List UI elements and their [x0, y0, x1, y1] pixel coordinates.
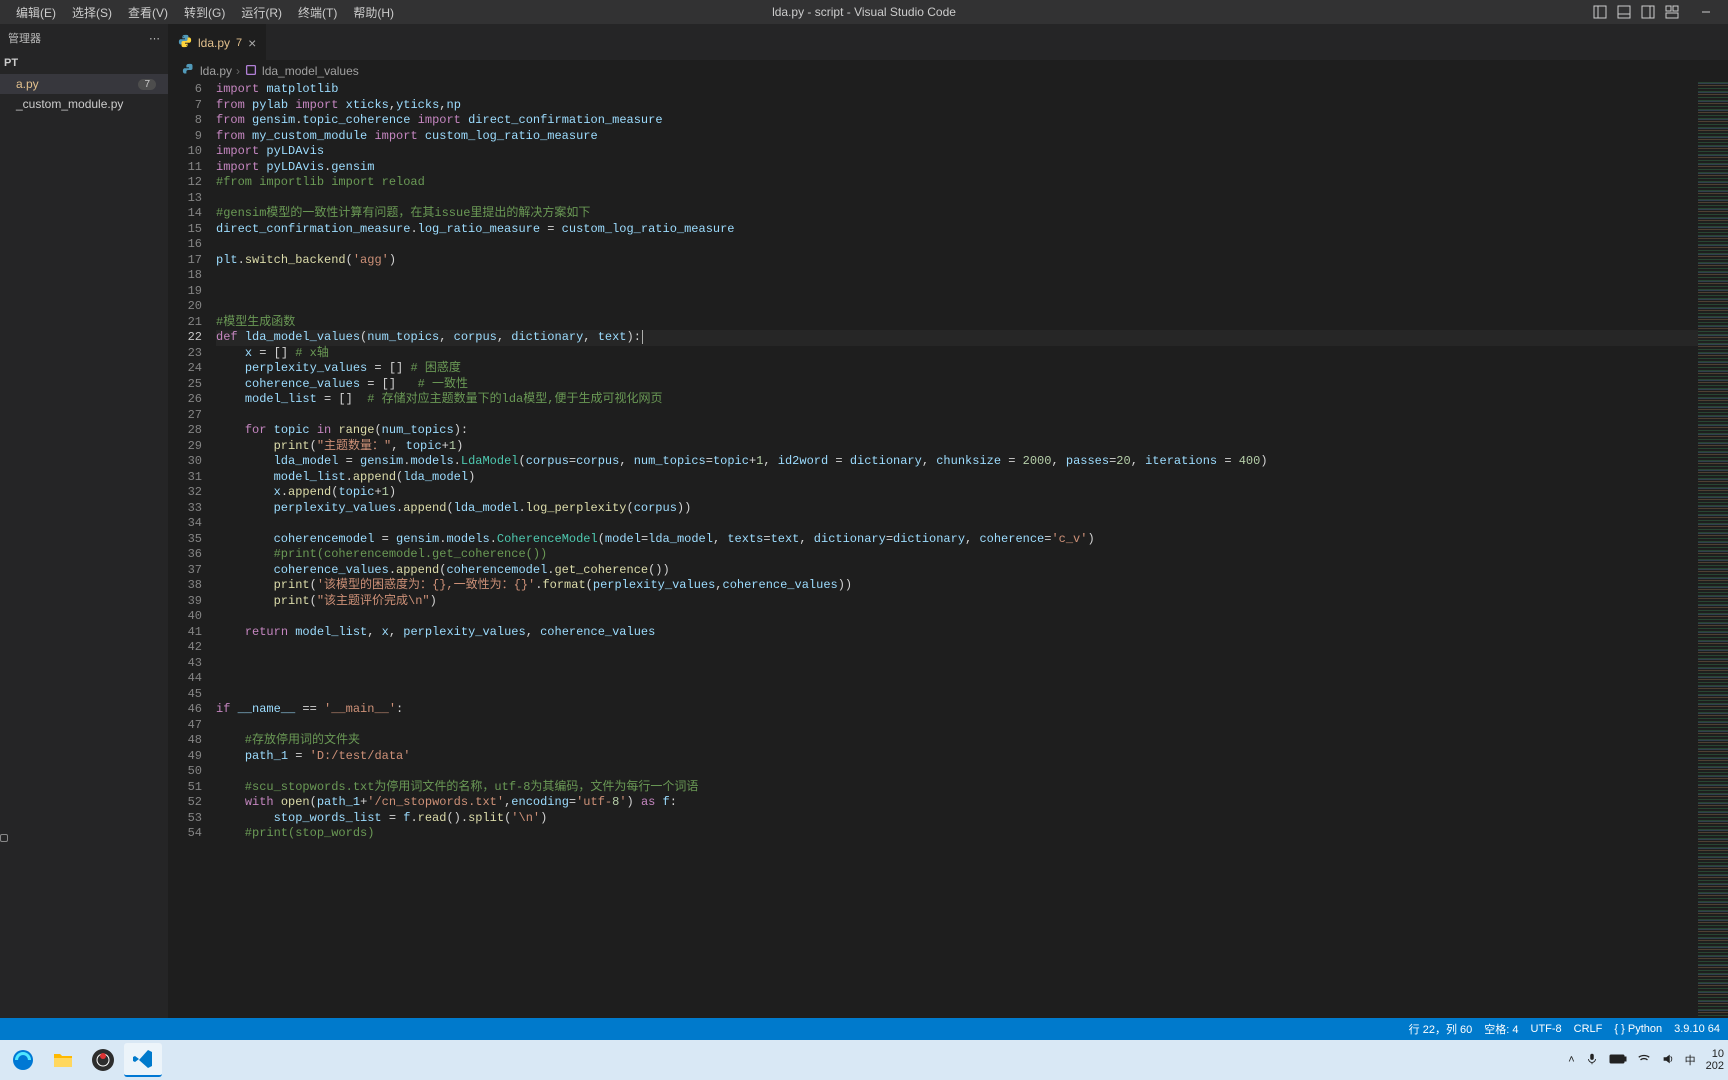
menu-select[interactable]: 选择(S)	[64, 0, 120, 25]
chevron-right-icon: ›	[236, 64, 240, 78]
minimize-icon[interactable]	[1684, 1, 1728, 23]
tray-microphone-icon[interactable]	[1585, 1052, 1599, 1069]
menu-bar: 编辑(E) 选择(S) 查看(V) 转到(G) 运行(R) 终端(T) 帮助(H…	[0, 0, 402, 25]
status-language[interactable]: { } Python	[1614, 1023, 1662, 1035]
tray-volume-icon[interactable]	[1661, 1052, 1675, 1069]
menu-run[interactable]: 运行(R)	[233, 0, 290, 25]
tray-wifi-icon[interactable]	[1637, 1052, 1651, 1069]
explorer-section[interactable]: PT	[0, 52, 168, 74]
tab-bar: lda.py 7 ×	[168, 24, 1728, 60]
python-file-icon	[182, 63, 196, 80]
code-content[interactable]: import matplotlibfrom pylab import xtick…	[216, 82, 1728, 1018]
toggle-panel-bottom-icon[interactable]	[1612, 1, 1636, 23]
menu-terminal[interactable]: 终端(T)	[290, 0, 345, 25]
status-spaces[interactable]: 空格: 4	[1484, 1021, 1518, 1037]
more-actions-icon[interactable]: ⋯	[149, 32, 160, 45]
tab-badge: 7	[236, 37, 242, 49]
main-layout: 管理器 ⋯ PT a.py 7 _custom_module.py lda.py…	[0, 24, 1728, 1018]
tray-chevron-up-icon[interactable]: ˄	[1568, 1054, 1574, 1066]
tray-ime[interactable]: 中	[1685, 1052, 1696, 1068]
close-tab-icon[interactable]: ×	[248, 36, 256, 50]
menu-help[interactable]: 帮助(H)	[345, 0, 402, 25]
breadcrumb-file[interactable]: lda.py	[200, 64, 232, 78]
file-lda-py[interactable]: a.py 7	[0, 74, 168, 94]
status-eol[interactable]: CRLF	[1574, 1023, 1603, 1035]
windows-taskbar: ˄ 中 10202	[0, 1040, 1728, 1080]
line-gutter: 6789101112131415161718192021222324252627…	[168, 82, 216, 1018]
customize-layout-icon[interactable]	[1660, 1, 1684, 23]
obs-icon[interactable]	[84, 1043, 122, 1077]
layout-controls	[1588, 1, 1728, 23]
selection-indicator	[0, 834, 8, 842]
status-python-version[interactable]: 3.9.10 64	[1674, 1023, 1720, 1035]
toggle-panel-left-icon[interactable]	[1588, 1, 1612, 23]
explorer-header: 管理器 ⋯	[0, 24, 168, 52]
status-encoding[interactable]: UTF-8	[1531, 1023, 1562, 1035]
python-file-icon	[178, 34, 192, 51]
file-custom-module[interactable]: _custom_module.py	[0, 94, 168, 114]
vscode-icon[interactable]	[124, 1043, 162, 1077]
editor-area: lda.py 7 × lda.py › lda_model_values 678…	[168, 24, 1728, 1018]
file-name: _custom_module.py	[16, 97, 123, 111]
breadcrumbs[interactable]: lda.py › lda_model_values	[168, 60, 1728, 82]
menu-go[interactable]: 转到(G)	[176, 0, 233, 25]
tray-battery-icon[interactable]	[1609, 1053, 1627, 1068]
breadcrumb-symbol[interactable]: lda_model_values	[262, 64, 359, 78]
toggle-panel-right-icon[interactable]	[1636, 1, 1660, 23]
file-explorer-icon[interactable]	[44, 1043, 82, 1077]
status-cursor[interactable]: 行 22，列 60	[1409, 1021, 1473, 1037]
file-name: a.py	[16, 77, 39, 91]
menu-edit[interactable]: 编辑(E)	[8, 0, 64, 25]
edge-icon[interactable]	[4, 1043, 42, 1077]
minimap[interactable]	[1698, 82, 1728, 1018]
window-title: lda.py - script - Visual Studio Code	[772, 5, 956, 19]
problems-badge: 7	[138, 79, 156, 90]
tray-clock[interactable]: 10202	[1706, 1048, 1724, 1072]
code-editor[interactable]: 6789101112131415161718192021222324252627…	[168, 82, 1728, 1018]
explorer-sidebar: 管理器 ⋯ PT a.py 7 _custom_module.py	[0, 24, 168, 1018]
tab-lda-py[interactable]: lda.py 7 ×	[168, 24, 266, 60]
explorer-title: 管理器	[8, 30, 41, 46]
function-icon	[244, 63, 258, 80]
menu-view[interactable]: 查看(V)	[120, 0, 176, 25]
titlebar: 编辑(E) 选择(S) 查看(V) 转到(G) 运行(R) 终端(T) 帮助(H…	[0, 0, 1728, 24]
status-bar: 行 22，列 60 空格: 4 UTF-8 CRLF { } Python 3.…	[0, 1018, 1728, 1040]
tab-label: lda.py	[198, 36, 230, 50]
